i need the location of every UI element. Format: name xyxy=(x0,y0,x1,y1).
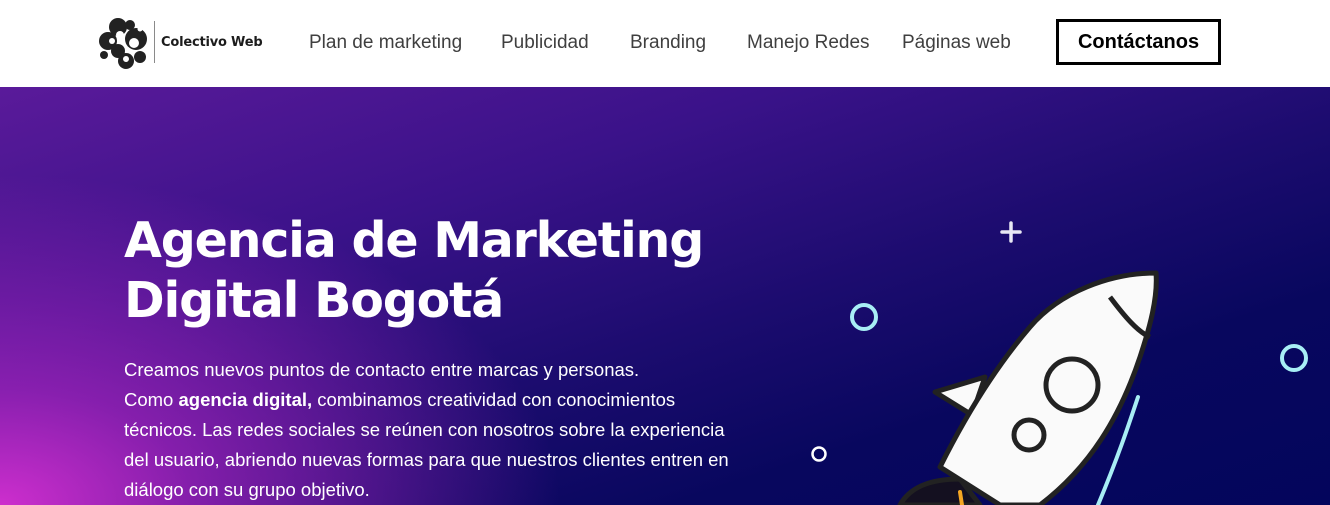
ring-icon xyxy=(811,446,827,462)
logo-divider xyxy=(154,21,155,63)
hero-section: Agencia de Marketing Digital Bogotá Crea… xyxy=(0,87,1330,505)
nav-item-branding[interactable]: Branding xyxy=(630,30,706,56)
brand-name: Colectivo Web xyxy=(161,34,263,50)
contact-button[interactable]: Contáctanos xyxy=(1056,19,1221,65)
rocket-illustration xyxy=(811,221,1308,505)
nav-item-paginas-web[interactable]: Páginas web xyxy=(902,30,1011,56)
nav-item-publicidad[interactable]: Publicidad xyxy=(501,30,589,56)
brand-logo[interactable]: Colectivo Web xyxy=(96,13,271,71)
blob-cluster-logo-icon xyxy=(99,18,147,69)
ring-icon xyxy=(1280,344,1308,372)
flame-streak xyxy=(958,490,964,505)
nav-item-manejo-redes[interactable]: Manejo Redes xyxy=(747,30,870,56)
nav-item-plan-de-marketing[interactable]: Plan de marketing xyxy=(309,30,462,56)
rocket-icon xyxy=(897,270,1159,505)
plus-sparkle-icon xyxy=(1000,221,1022,243)
ring-icon xyxy=(850,303,878,331)
site-header: Colectivo Web Plan de marketing Publicid… xyxy=(0,0,1330,87)
